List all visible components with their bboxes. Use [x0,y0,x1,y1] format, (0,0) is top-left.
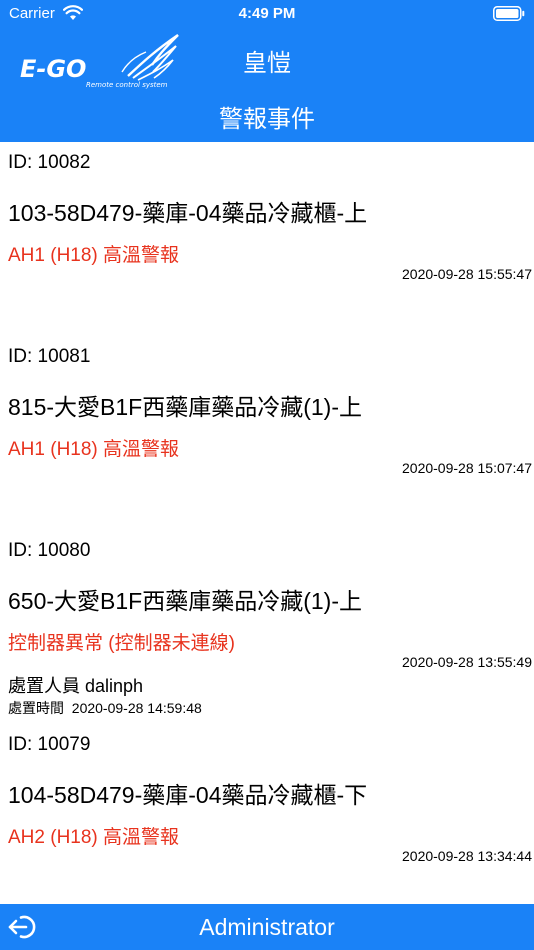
event-handler: 處置人員 dalinph [8,676,144,696]
event-id: ID: 10082 [8,152,91,173]
page-subtitle: 警報事件 [219,106,315,133]
handled-time-label: 處置時間 [8,700,64,716]
event-device: 103-58D479-藥庫-04藥品冷藏櫃-上 [8,200,368,226]
event-item[interactable]: ID: 10082 103-58D479-藥庫-04藥品冷藏櫃-上 AH1 (H… [0,142,534,336]
current-user-label: Administrator [199,914,335,940]
event-id: ID: 10079 [8,734,91,755]
app-header: E-GO Remote control system 皇愷 警報事件 [0,27,534,142]
event-timestamp: 2020-09-28 13:34:44 [402,848,532,864]
event-alarm: AH2 (H18) 高溫警報 [8,827,180,848]
battery-icon [493,6,525,21]
event-id: ID: 10080 [8,540,91,561]
alarm-event-list[interactable]: ID: 10082 103-58D479-藥庫-04藥品冷藏櫃-上 AH1 (H… [0,142,534,904]
event-item[interactable]: ID: 10079 104-58D479-藥庫-04藥品冷藏櫃-下 AH2 (H… [0,724,534,904]
event-item[interactable]: ID: 10080 650-大愛B1F西藥庫藥品冷藏(1)-上 控制器異常 (控… [0,530,534,724]
event-item[interactable]: ID: 10081 815-大愛B1F西藥庫藥品冷藏(1)-上 AH1 (H18… [0,336,534,530]
event-id: ID: 10081 [8,346,91,367]
event-handled-time: 處置時間 2020-09-28 14:59:48 [8,698,202,718]
event-device: 650-大愛B1F西藥庫藥品冷藏(1)-上 [8,588,362,614]
status-bar: Carrier 4:49 PM [0,0,534,27]
event-alarm: AH1 (H18) 高溫警報 [8,439,180,460]
event-timestamp: 2020-09-28 15:55:47 [402,266,532,282]
page-title: 皇愷 [243,50,291,77]
event-device: 815-大愛B1F西藥庫藥品冷藏(1)-上 [8,394,362,420]
app-footer: Administrator [0,904,534,950]
event-timestamp: 2020-09-28 15:07:47 [402,460,532,476]
event-device: 104-58D479-藥庫-04藥品冷藏櫃-下 [8,782,368,808]
event-timestamp: 2020-09-28 13:55:49 [402,654,532,670]
logo-tagline: Remote control system [86,81,168,89]
handled-time-value: 2020-09-28 14:59:48 [71,700,202,716]
event-alarm: AH1 (H18) 高溫警報 [8,245,180,266]
event-alarm: 控制器異常 (控制器未連線) [8,633,235,654]
status-time: 4:49 PM [238,5,296,22]
